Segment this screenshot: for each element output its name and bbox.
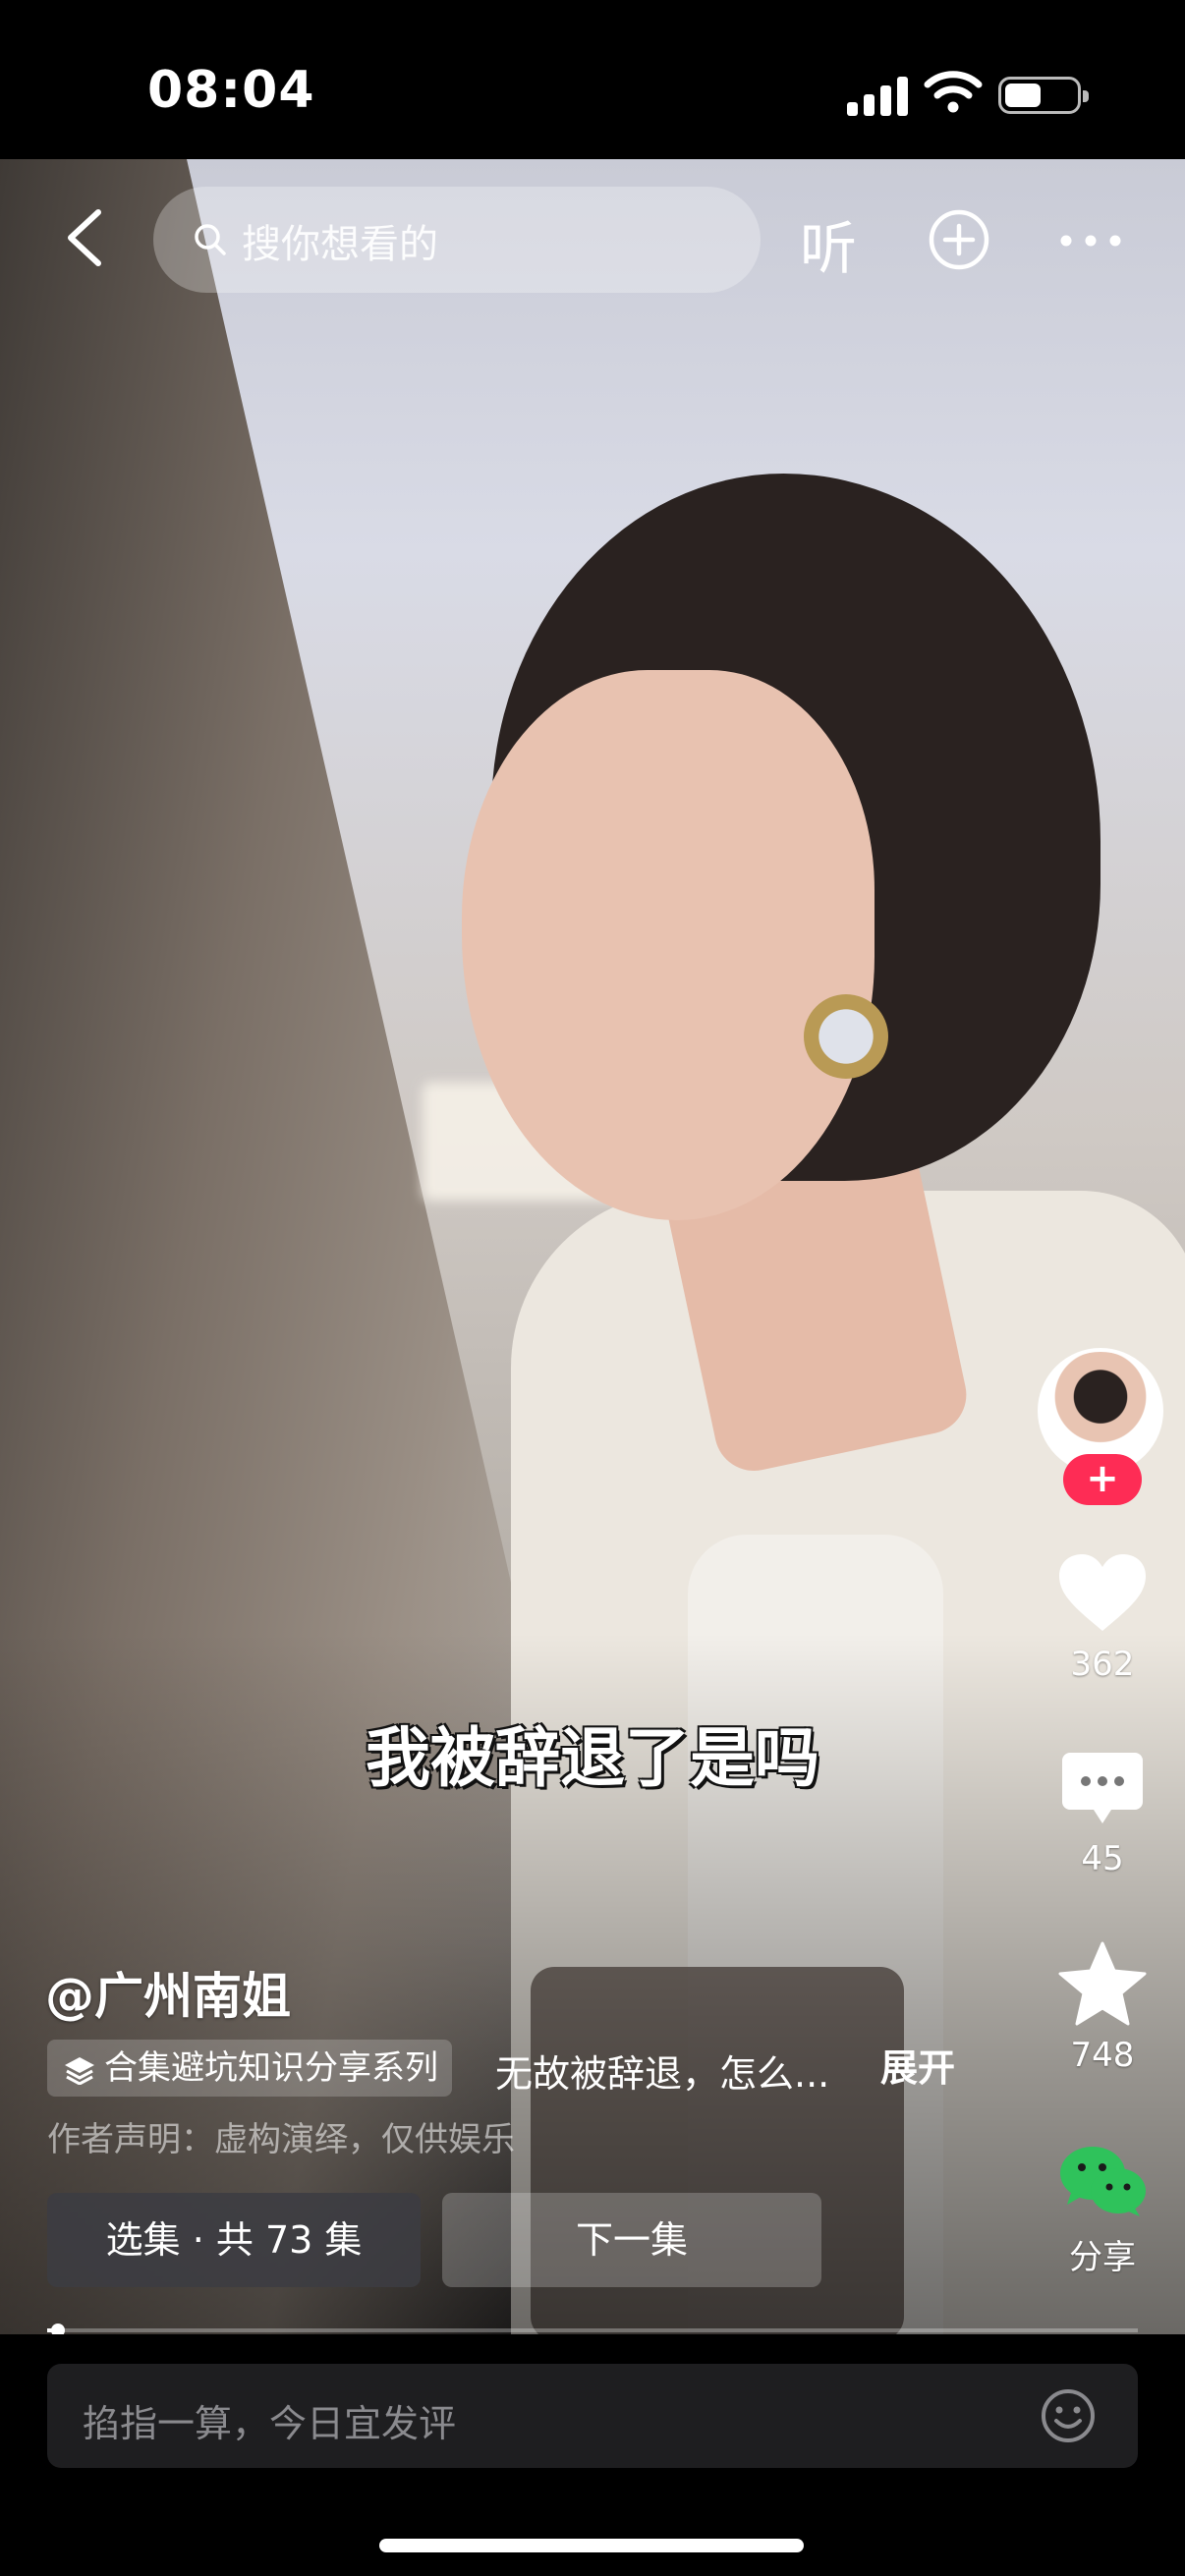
- video-subtitle: 我被辞退了是吗: [366, 1720, 819, 1796]
- video-description[interactable]: 无故被辞退，怎么...: [495, 2044, 829, 2098]
- author-disclaimer: 作者声明：虚构演绎，仅供娱乐: [47, 2120, 515, 2159]
- next-episode-button[interactable]: 下一集: [442, 2193, 821, 2287]
- add-icon[interactable]: [928, 208, 990, 271]
- wechat-icon: [1060, 2147, 1146, 2216]
- favorite-button[interactable]: 748: [1032, 1941, 1173, 2075]
- top-toolbar: 搜你想看的 听: [0, 159, 1185, 316]
- comment-button[interactable]: 45: [1032, 1751, 1173, 1878]
- like-button[interactable]: 362: [1032, 1552, 1173, 1684]
- favorite-count: 748: [1070, 2036, 1135, 2075]
- signal-icon: [847, 75, 908, 116]
- star-icon: [1058, 1941, 1147, 2026]
- status-bar: 08:04: [0, 0, 1185, 159]
- share-label: 分享: [1069, 2238, 1136, 2277]
- expand-button[interactable]: 展开: [880, 2038, 955, 2092]
- battery-icon: [998, 77, 1089, 114]
- wifi-icon: [924, 71, 983, 113]
- video-scene-earring: [804, 994, 888, 1079]
- search-icon: [195, 224, 226, 255]
- layers-icon: [65, 2056, 94, 2085]
- author-name[interactable]: @广州南姐: [45, 1957, 291, 2028]
- like-count: 362: [1070, 1645, 1135, 1684]
- share-button[interactable]: 分享: [1032, 2144, 1173, 2278]
- search-input[interactable]: 搜你想看的: [153, 187, 761, 293]
- episodes-button[interactable]: 选集 · 共 73 集: [47, 2193, 421, 2287]
- bottom-panel: 掐指一算，今日宜发评: [0, 2334, 1185, 2576]
- search-placeholder: 搜你想看的: [242, 222, 438, 267]
- status-time: 08:04: [147, 61, 315, 120]
- back-icon[interactable]: [51, 198, 120, 277]
- listen-button[interactable]: 听: [800, 202, 857, 285]
- more-icon[interactable]: [1059, 234, 1122, 248]
- comment-input[interactable]: 掐指一算，今日宜发评: [47, 2364, 1138, 2468]
- comment-icon: [1062, 1753, 1143, 1823]
- emoji-icon[interactable]: [1040, 2387, 1097, 2444]
- collection-tag[interactable]: 合集避坑知识分享系列: [47, 2040, 452, 2097]
- comment-count: 45: [1081, 1839, 1124, 1878]
- home-indicator[interactable]: [379, 2539, 804, 2552]
- collection-label: 合集避坑知识分享系列: [104, 2048, 438, 2088]
- heart-icon: [1059, 1554, 1146, 1631]
- progress-bar[interactable]: [47, 2324, 1138, 2337]
- follow-button[interactable]: +: [1063, 1454, 1142, 1505]
- comment-placeholder: 掐指一算，今日宜发评: [83, 2402, 457, 2445]
